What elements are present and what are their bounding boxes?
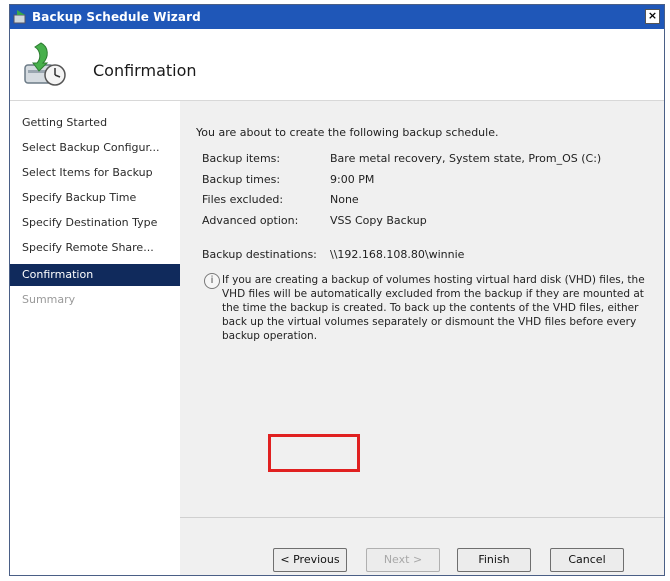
backup-schedule-wizard-window: Backup Schedule Wizard × Confirmation Ge… bbox=[9, 4, 665, 576]
next-button: Next > bbox=[366, 548, 440, 572]
detail-label: Files excluded: bbox=[202, 193, 284, 206]
nav-item-specify-backup-time[interactable]: Specify Backup Time bbox=[10, 187, 180, 209]
intro-text: You are about to create the following ba… bbox=[196, 126, 499, 139]
vhd-note: If you are creating a backup of volumes … bbox=[210, 273, 650, 343]
wizard-button-bar: < Previous Next > Finish Cancel bbox=[180, 517, 664, 576]
page-title: Confirmation bbox=[93, 61, 197, 80]
finish-button-highlight bbox=[268, 434, 360, 472]
nav-item-confirmation[interactable]: Confirmation bbox=[10, 264, 180, 286]
wizard-app-icon bbox=[13, 9, 29, 25]
detail-value: \\192.168.108.80\winnie bbox=[330, 248, 465, 261]
detail-label: Backup destinations: bbox=[202, 248, 317, 261]
detail-label: Advanced option: bbox=[202, 214, 299, 227]
nav-item-summary: Summary bbox=[22, 293, 76, 306]
nav-item-select-items-for-backup[interactable]: Select Items for Backup bbox=[10, 162, 180, 184]
title-bar: Backup Schedule Wizard × bbox=[10, 5, 664, 29]
detail-label: Backup times: bbox=[202, 173, 281, 186]
detail-value: Bare metal recovery, System state, Prom_… bbox=[330, 152, 602, 165]
finish-button[interactable]: Finish bbox=[457, 548, 531, 572]
nav-item-specify-destination-type[interactable]: Specify Destination Type bbox=[10, 212, 180, 234]
window-title: Backup Schedule Wizard bbox=[32, 10, 201, 24]
detail-value: None bbox=[330, 193, 359, 206]
close-button[interactable]: × bbox=[645, 9, 660, 24]
cancel-button[interactable]: Cancel bbox=[550, 548, 624, 572]
nav-item-select-backup-configuration[interactable]: Select Backup Configur... bbox=[10, 137, 180, 159]
previous-button[interactable]: < Previous bbox=[273, 548, 347, 572]
backup-wizard-icon bbox=[24, 42, 66, 86]
detail-value: VSS Copy Backup bbox=[330, 214, 427, 227]
wizard-header: Confirmation bbox=[10, 29, 664, 101]
nav-item-specify-remote-share[interactable]: Specify Remote Share... bbox=[10, 237, 180, 259]
wizard-steps-nav: Getting Started Select Backup Configur..… bbox=[10, 101, 180, 575]
detail-label: Backup items: bbox=[202, 152, 281, 165]
vhd-note-text: If you are creating a backup of volumes … bbox=[222, 274, 645, 342]
detail-value: 9:00 PM bbox=[330, 173, 375, 186]
confirmation-content: You are about to create the following ba… bbox=[180, 101, 664, 575]
nav-item-getting-started[interactable]: Getting Started bbox=[10, 112, 180, 134]
